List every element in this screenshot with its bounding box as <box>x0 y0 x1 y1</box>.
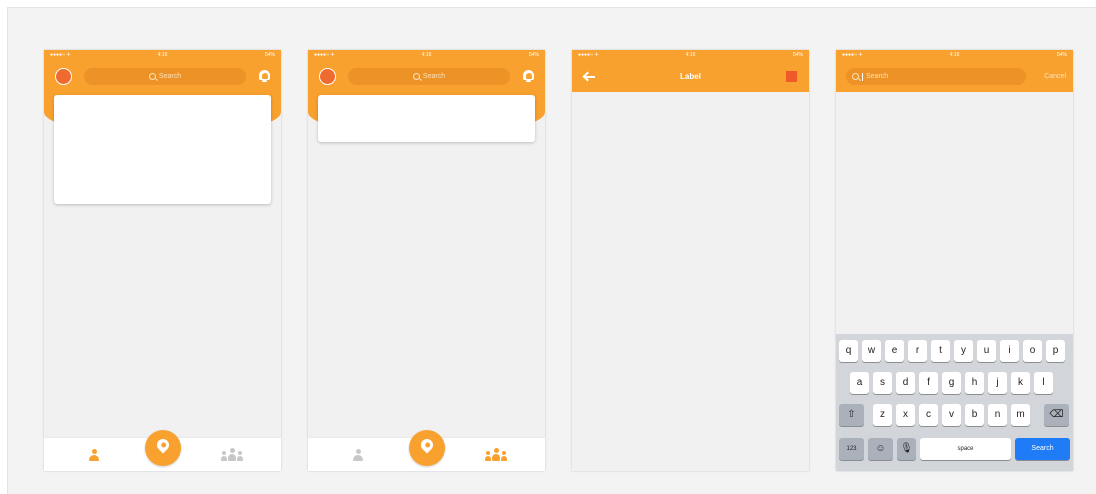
key-e[interactable]: e <box>885 340 904 362</box>
key-f[interactable]: f <box>919 372 938 394</box>
notification-bell-icon[interactable] <box>258 69 271 83</box>
profile-avatar-button[interactable] <box>55 68 72 85</box>
text-cursor <box>862 72 863 81</box>
tab-friends-icon[interactable] <box>221 448 243 461</box>
cancel-button[interactable]: Cancel <box>1044 73 1066 80</box>
artboard: ●●●●○ ✈ 4:16 54% Search ●●●●○ ✈ 4:16 54%… <box>7 7 1096 494</box>
action-square-button[interactable] <box>786 71 797 82</box>
key-v[interactable]: v <box>942 404 961 426</box>
battery-indicator: 54% <box>792 52 803 58</box>
key-g[interactable]: g <box>942 372 961 394</box>
microphone-key-icon[interactable]: 🎙 <box>897 438 916 460</box>
tab-bar <box>44 430 281 471</box>
map-pin-icon <box>154 436 171 454</box>
key-h[interactable]: h <box>965 372 984 394</box>
screen-home-collapsed: ●●●●○ ✈ 4:16 54% Search <box>308 50 545 471</box>
status-time: 4:16 <box>685 52 696 58</box>
search-key[interactable]: Search <box>1015 438 1070 460</box>
key-c[interactable]: c <box>919 404 938 426</box>
key-d[interactable]: d <box>896 372 915 394</box>
key-t[interactable]: t <box>931 340 950 362</box>
status-bar: ●●●●○ ✈ 4:16 54% <box>44 50 281 60</box>
page-title: Label <box>680 72 701 81</box>
key-s[interactable]: s <box>873 372 892 394</box>
battery-indicator: 54% <box>528 52 539 58</box>
search-bar[interactable]: Search <box>348 68 510 85</box>
search-icon <box>148 73 156 80</box>
search-input[interactable]: Search <box>846 68 1026 85</box>
key-b[interactable]: b <box>965 404 984 426</box>
key-y[interactable]: y <box>954 340 973 362</box>
key-r[interactable]: r <box>908 340 927 362</box>
status-time: 4:16 <box>421 52 432 58</box>
search-placeholder: Search <box>866 73 889 80</box>
content-card[interactable] <box>318 95 535 142</box>
search-bar[interactable]: Search <box>84 68 246 85</box>
tab-profile-icon[interactable] <box>89 449 99 461</box>
status-time: 4:16 <box>949 52 960 58</box>
key-x[interactable]: x <box>896 404 915 426</box>
screen-label-detail: ●●●●○ ✈ 4:16 54% Label <box>572 50 809 471</box>
key-u[interactable]: u <box>977 340 996 362</box>
status-bar: ●●●●○ ✈ 4:16 54% <box>836 50 1073 60</box>
keyboard: q w e r t y u i o p a s d f g h j k l ⇧ … <box>836 334 1073 471</box>
battery-indicator: 54% <box>1056 52 1067 58</box>
key-k[interactable]: k <box>1011 372 1030 394</box>
key-j[interactable]: j <box>988 372 1007 394</box>
status-bar: ●●●●○ ✈ 4:16 54% <box>572 50 809 60</box>
key-p[interactable]: p <box>1046 340 1065 362</box>
key-l[interactable]: l <box>1034 372 1053 394</box>
battery-indicator: 54% <box>264 52 275 58</box>
tab-bar <box>308 430 545 471</box>
space-key[interactable]: space <box>920 438 1011 460</box>
screen-search-active: ●●●●○ ✈ 4:16 54% Search Cancel q w e r t… <box>836 50 1073 471</box>
tab-profile-icon[interactable] <box>353 449 363 461</box>
numbers-key[interactable]: 123 <box>839 438 864 460</box>
backspace-key[interactable]: ⌫ <box>1044 404 1069 426</box>
map-pin-button[interactable] <box>408 430 445 466</box>
key-n[interactable]: n <box>988 404 1007 426</box>
search-placeholder: Search <box>422 73 446 80</box>
shift-key[interactable]: ⇧ <box>839 404 864 426</box>
key-z[interactable]: z <box>873 404 892 426</box>
status-time: 4:16 <box>157 52 168 58</box>
profile-avatar-button[interactable] <box>319 68 336 85</box>
key-w[interactable]: w <box>862 340 881 362</box>
map-pin-icon <box>418 436 435 454</box>
key-i[interactable]: i <box>1000 340 1019 362</box>
search-placeholder: Search <box>158 73 182 80</box>
key-m[interactable]: m <box>1011 404 1030 426</box>
key-q[interactable]: q <box>839 340 858 362</box>
key-a[interactable]: a <box>850 372 869 394</box>
content-card[interactable] <box>54 95 271 204</box>
status-bar: ●●●●○ ✈ 4:16 54% <box>308 50 545 60</box>
notification-bell-icon[interactable] <box>522 69 535 83</box>
search-icon <box>852 73 859 80</box>
key-o[interactable]: o <box>1023 340 1042 362</box>
screen-home-expanded: ●●●●○ ✈ 4:16 54% Search <box>44 50 281 471</box>
tab-friends-icon[interactable] <box>485 448 507 461</box>
map-pin-button[interactable] <box>144 430 181 466</box>
emoji-key-icon[interactable]: ☺ <box>868 438 893 460</box>
search-icon <box>412 73 420 80</box>
